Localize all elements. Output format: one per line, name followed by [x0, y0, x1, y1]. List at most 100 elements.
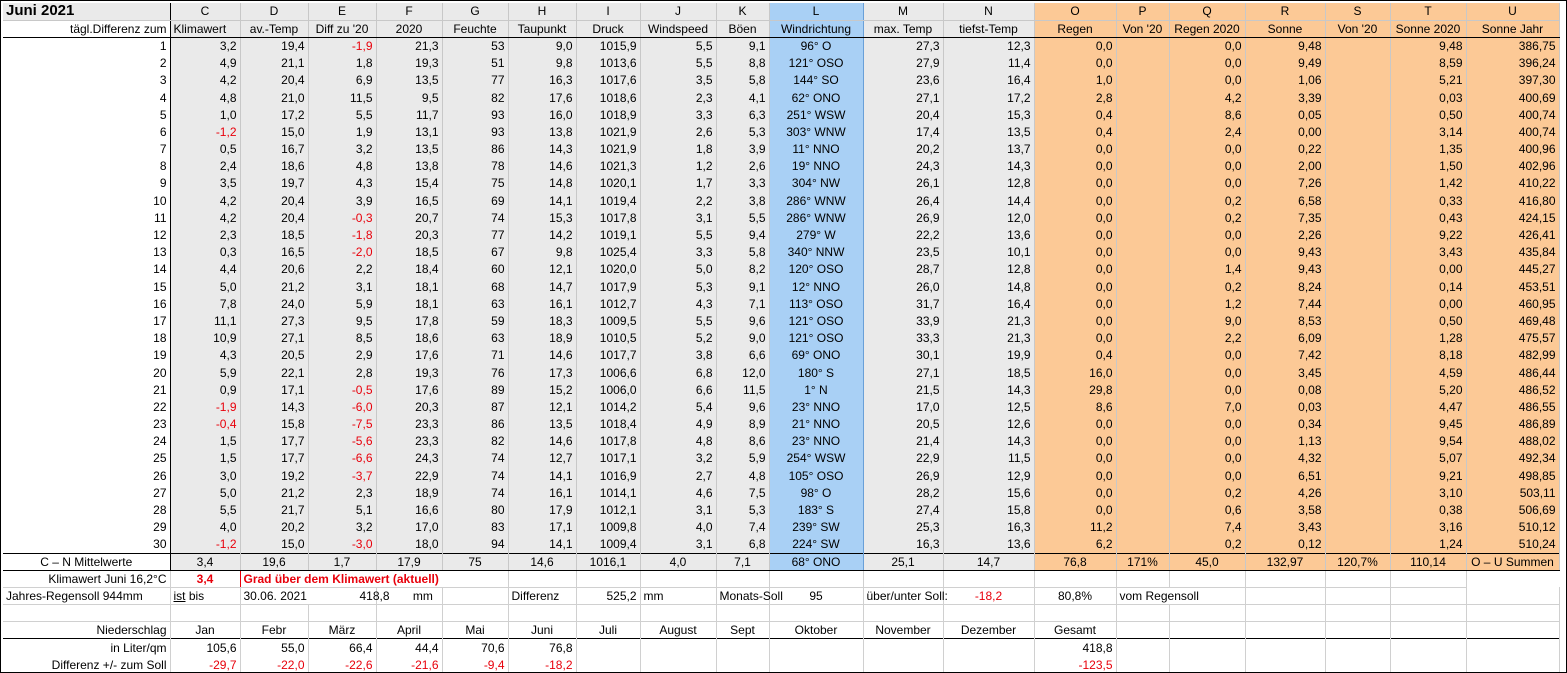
cell-i[interactable]: 1017,9 [576, 278, 641, 296]
cell-q[interactable]: 0,0 [1169, 54, 1246, 72]
cell-e[interactable]: 2,8 [308, 363, 377, 382]
cell-q[interactable]: 0,0 [1169, 467, 1246, 485]
cell-l[interactable]: 12° NNO [768, 278, 864, 296]
cell-r[interactable]: 3,43 [1245, 518, 1326, 536]
cell-i[interactable]: 1006,6 [576, 363, 641, 382]
summary-o[interactable]: 76,8 [1034, 552, 1117, 571]
cell-f[interactable]: 16,5 [376, 192, 443, 210]
cell-o[interactable]: 11,2 [1034, 518, 1117, 536]
liter-value[interactable]: 70,6 [442, 638, 509, 657]
cell-q[interactable]: 0,6 [1169, 501, 1246, 519]
cell-q[interactable]: 0,0 [1169, 449, 1246, 468]
cell-i[interactable]: 1014,2 [576, 398, 641, 416]
cell-h[interactable]: 13,8 [508, 123, 577, 141]
cell-e[interactable]: 8,5 [308, 329, 377, 347]
cell-h[interactable]: 16,1 [508, 295, 577, 313]
cell-f[interactable]: 13,5 [376, 140, 443, 158]
cell-r[interactable]: 3,39 [1245, 88, 1326, 107]
cell-l[interactable]: 105° OSO [768, 467, 864, 485]
cell-g[interactable]: 86 [442, 140, 509, 158]
cell-e[interactable]: 1,8 [308, 54, 377, 72]
cell-e[interactable]: -3,0 [308, 535, 377, 553]
cell-c[interactable]: -1,9 [170, 398, 241, 416]
cell-m[interactable]: 27,1 [863, 88, 944, 107]
diff-value[interactable]: -123,5 [1034, 656, 1117, 672]
cell-u[interactable]: 506,69 [1466, 501, 1560, 519]
empty-cell[interactable] [1390, 638, 1467, 657]
cell-j[interactable]: 4,9 [640, 415, 717, 433]
cell-t[interactable]: 3,16 [1390, 518, 1467, 536]
cell-o[interactable]: 0,0 [1034, 415, 1117, 433]
liter-value[interactable] [943, 638, 1035, 657]
cell-i[interactable]: 1017,8 [576, 209, 641, 227]
cell-m[interactable]: 22,9 [863, 449, 944, 468]
cell-p[interactable] [1116, 518, 1170, 536]
cell-h[interactable]: 14,8 [508, 174, 577, 193]
cell-l[interactable]: 340° NNW [768, 243, 864, 261]
cell-i[interactable]: 1020,0 [576, 260, 641, 278]
cell-u[interactable]: 486,44 [1466, 363, 1560, 382]
cell-h[interactable]: 15,3 [508, 209, 577, 227]
cell-e[interactable]: -0,5 [308, 381, 377, 399]
cell-d[interactable]: 24,0 [240, 295, 309, 313]
cell-t[interactable]: 0,38 [1390, 501, 1467, 519]
cell-k[interactable]: 5,5 [716, 209, 770, 227]
cell-t[interactable]: 0,14 [1390, 278, 1467, 296]
cell-q[interactable]: 0,0 [1169, 346, 1246, 364]
cell-o[interactable]: 0,0 [1034, 329, 1117, 347]
cell-d[interactable]: 16,7 [240, 140, 309, 158]
cell-c[interactable]: 5,9 [170, 363, 241, 382]
cell-n[interactable]: 16,3 [943, 518, 1035, 536]
liter-value[interactable]: 418,8 [1034, 638, 1117, 657]
cell-n[interactable]: 16,4 [943, 71, 1035, 89]
cell-l[interactable]: 239° SW [768, 518, 864, 536]
ueber-unter-soll[interactable]: -18,2 [943, 587, 1035, 606]
cell-l[interactable]: 113° OSO [768, 295, 864, 313]
cell-d[interactable]: 15,8 [240, 415, 309, 433]
cell-d[interactable]: 15,0 [240, 535, 309, 553]
empty-cell[interactable] [1169, 638, 1246, 657]
cell-r[interactable]: 0,00 [1245, 123, 1326, 141]
cell-k[interactable]: 5,9 [716, 449, 770, 468]
cell-r[interactable]: 0,03 [1245, 398, 1326, 416]
cell-k[interactable]: 8,6 [716, 432, 770, 450]
col-letter-k[interactable]: K [716, 3, 770, 21]
cell-n[interactable]: 11,5 [943, 449, 1035, 468]
cell-i[interactable]: 1017,7 [576, 346, 641, 364]
cell-d[interactable]: 27,1 [240, 329, 309, 347]
cell-o[interactable]: 0,0 [1034, 174, 1117, 193]
cell-k[interactable]: 6,6 [716, 346, 770, 364]
cell-o[interactable]: 0,0 [1034, 260, 1117, 278]
cell-j[interactable]: 2,7 [640, 467, 717, 485]
cell-c[interactable]: -1,2 [170, 535, 241, 553]
cell-n[interactable]: 16,4 [943, 295, 1035, 313]
cell-f[interactable]: 21,3 [376, 37, 443, 55]
cell-l[interactable]: 121° OSO [768, 312, 864, 330]
cell-d[interactable]: 21,7 [240, 501, 309, 519]
cell-m[interactable]: 17,0 [863, 398, 944, 416]
col-letter-d[interactable]: D [240, 3, 309, 21]
cell-d[interactable]: 17,1 [240, 381, 309, 399]
cell-t[interactable]: 0,50 [1390, 312, 1467, 330]
cell-o[interactable]: 0,0 [1034, 501, 1117, 519]
cell-i[interactable]: 1018,6 [576, 88, 641, 107]
cell-t[interactable]: 8,18 [1390, 346, 1467, 364]
cell-u[interactable]: 486,89 [1466, 415, 1560, 433]
col-letter-g[interactable]: G [442, 3, 509, 21]
cell-t[interactable]: 9,48 [1390, 37, 1467, 55]
diff-value[interactable] [576, 656, 641, 672]
cell-p[interactable] [1116, 140, 1170, 158]
cell-q[interactable]: 1,4 [1169, 260, 1246, 278]
cell-r[interactable]: 2,26 [1245, 226, 1326, 244]
cell-f[interactable]: 24,3 [376, 449, 443, 468]
cell-i[interactable]: 1013,6 [576, 54, 641, 72]
cell-s[interactable] [1325, 157, 1391, 175]
cell-c[interactable]: 4,2 [170, 71, 241, 89]
cell-m[interactable]: 26,4 [863, 192, 944, 210]
cell-u[interactable]: 460,95 [1466, 295, 1560, 313]
diff-value[interactable] [943, 656, 1035, 672]
cell-d[interactable]: 27,3 [240, 312, 309, 330]
cell-d[interactable]: 17,2 [240, 106, 309, 124]
cell-j[interactable]: 3,1 [640, 501, 717, 519]
cell-k[interactable]: 9,1 [716, 278, 770, 296]
